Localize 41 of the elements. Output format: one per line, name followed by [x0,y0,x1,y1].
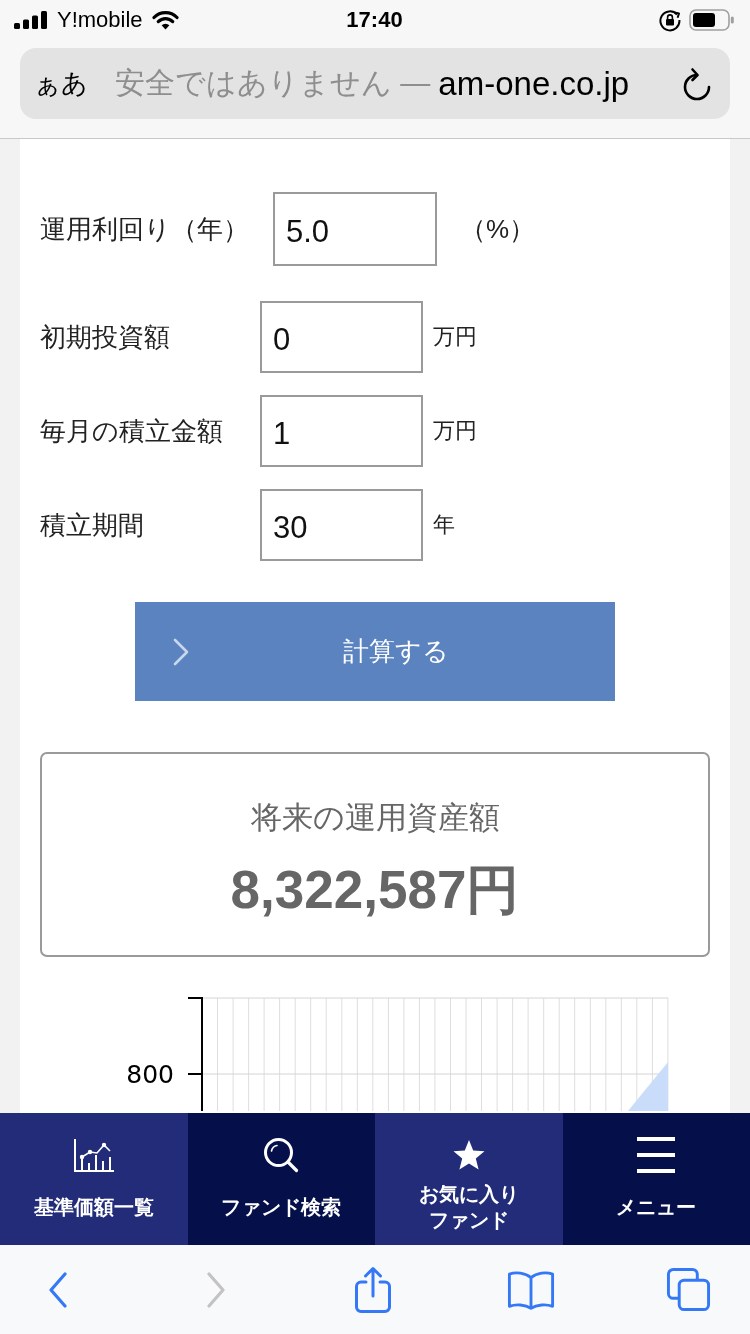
unit-label: 年 [433,511,455,539]
book-icon[interactable] [506,1268,555,1311]
menu-icon [636,1136,677,1174]
field-label: 初期投資額 [40,320,171,354]
chevron-right-icon [172,636,190,667]
field-label: 運用利回り（年） [40,212,250,246]
field-label: 毎月の積立金額 [40,414,224,448]
carrier-name: Y!mobile [57,7,143,33]
input-field[interactable]: 5.0 [273,192,437,266]
signal-icon [14,11,48,29]
result-title: 将来の運用資産額 [250,799,500,837]
orientation-lock-icon [658,8,682,32]
unit-label: 万円 [433,417,477,445]
nav-item[interactable]: お気に入りファンド [375,1113,563,1245]
text-size-button[interactable]: ぁあ [34,66,88,101]
star-icon [451,1139,486,1171]
back-icon[interactable] [48,1271,68,1308]
tabs-icon[interactable] [665,1267,711,1312]
unit-label: 万円 [433,323,477,351]
input-field[interactable]: 30 [260,489,423,561]
status-time: 17:40 [346,7,403,33]
chart-area-fill [628,1062,668,1111]
nav-item[interactable]: ファンド検索 [187,1113,375,1245]
unit-label: （%） [460,212,536,246]
chart-icon [72,1137,115,1173]
result-amount: 8,322,587円 [230,859,520,921]
security-notice: 安全ではありません — [115,65,431,101]
nav-item[interactable]: メニュー [562,1113,750,1245]
nav-item[interactable]: 基準価額一覧 [0,1113,188,1245]
url-text: am-one.co.jp [438,64,630,103]
reload-icon[interactable] [682,66,712,101]
wifi-icon [151,10,179,30]
input-field[interactable]: 1 [260,395,423,467]
search-icon [263,1137,300,1173]
axis-tick-label: 800 [126,1060,174,1089]
battery-icon [689,9,735,31]
field-label: 積立期間 [40,508,145,542]
input-field[interactable]: 0 [260,301,423,373]
address-bar[interactable]: ぁあ 安全ではありません — am-one.co.jp [20,48,730,119]
calculate-button[interactable]: 計算する [135,602,615,701]
share-icon[interactable] [354,1265,392,1314]
